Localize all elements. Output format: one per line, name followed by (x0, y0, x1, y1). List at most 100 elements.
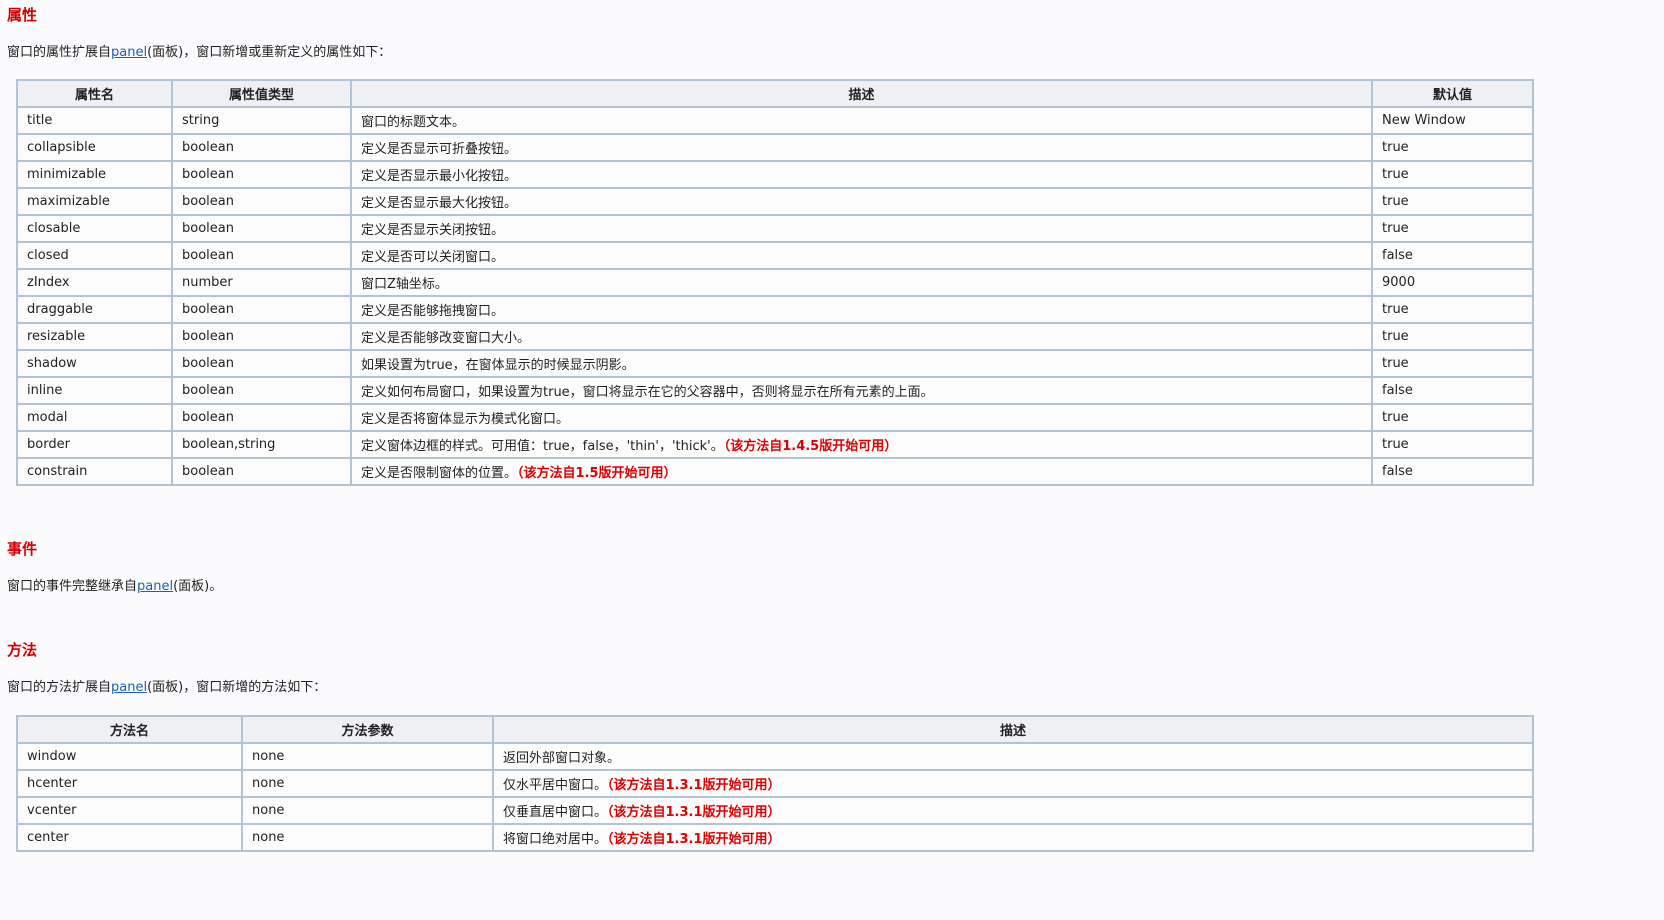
property-default-cell: true (1371, 160, 1534, 189)
description-text: 定义是否能够改变窗口大小。 (361, 331, 531, 346)
property-type-cell: boolean (171, 214, 352, 243)
document: 属性 窗口的属性扩展自panel(面板)，窗口新增或重新定义的属性如下： 属性名… (0, 0, 1664, 920)
method-name-cell: window (16, 742, 243, 771)
property-default-cell: false (1371, 376, 1534, 405)
method-description-cell: 返回外部窗口对象。 (492, 742, 1534, 771)
property-default-cell: true (1371, 403, 1534, 432)
description-text: 定义是否可以关闭窗口。 (361, 250, 505, 265)
property-name-cell: shadow (16, 349, 173, 378)
properties-intro-before: 窗口的属性扩展自 (7, 45, 112, 60)
property-name-cell: modal (16, 403, 173, 432)
table-row: title string 窗口的标题文本。 New Window (16, 106, 1534, 135)
table-row: zIndex number 窗口Z轴坐标。 9000 (16, 268, 1534, 297)
events-intro-before: 窗口的事件完整继承自 (7, 579, 138, 594)
column-header: 默认值 (1371, 79, 1534, 108)
property-description-cell: 定义是否能够拖拽窗口。 (350, 295, 1373, 324)
description-text: 仅水平居中窗口。 (503, 778, 608, 793)
methods-table-body: window none 返回外部窗口对象。 hcenter none 仅水平居中窗口。（该… (16, 742, 1534, 852)
property-description-cell: 定义是否可以关闭窗口。 (350, 241, 1373, 270)
property-name-cell: collapsible (16, 133, 173, 162)
events-intro: 窗口的事件完整继承自panel(面板)。 (7, 578, 222, 596)
property-name-cell: border (16, 430, 173, 459)
description-text: 定义是否显示关闭按钮。 (361, 223, 505, 238)
column-header: 方法参数 (241, 715, 494, 744)
property-description-cell: 定义是否将窗体显示为模式化窗口。 (350, 403, 1373, 432)
property-name-cell: constrain (16, 457, 173, 486)
property-default-cell: true (1371, 349, 1534, 378)
table-row: draggable boolean 定义是否能够拖拽窗口。 true (16, 295, 1534, 324)
description-text: 仅垂直居中窗口。 (503, 805, 608, 820)
properties-header-row: 属性名 属性值类型 描述 默认值 (16, 79, 1534, 108)
property-default-cell: true (1371, 133, 1534, 162)
column-header: 属性值类型 (171, 79, 352, 108)
property-default-cell: true (1371, 295, 1534, 324)
table-row: hcenter none 仅水平居中窗口。（该方法自1.3.1版开始可用） (16, 769, 1534, 798)
method-description-cell: 将窗口绝对居中。（该方法自1.3.1版开始可用） (492, 823, 1534, 852)
property-type-cell: number (171, 268, 352, 297)
property-description-cell: 定义窗体边框的样式。可用值：true，false，'thin'，'thick'。… (350, 430, 1373, 459)
property-description-cell: 定义是否显示最大化按钮。 (350, 187, 1373, 216)
property-name-cell: minimizable (16, 160, 173, 189)
method-name-cell: hcenter (16, 769, 243, 798)
property-name-cell: zIndex (16, 268, 173, 297)
version-note: （该方法自1.3.1版开始可用） (607, 805, 781, 820)
property-type-cell: boolean (171, 187, 352, 216)
panel-link[interactable]: panel (111, 45, 147, 60)
property-type-cell: boolean,string (171, 430, 352, 459)
properties-table: 属性名 属性值类型 描述 默认值 title string 窗口的标题文本。 New … (16, 79, 1534, 486)
table-row: center none 将窗口绝对居中。（该方法自1.3.1版开始可用） (16, 823, 1534, 852)
method-description-cell: 仅水平居中窗口。（该方法自1.3.1版开始可用） (492, 769, 1534, 798)
property-type-cell: boolean (171, 376, 352, 405)
property-description-cell: 窗口Z轴坐标。 (350, 268, 1373, 297)
property-default-cell: false (1371, 241, 1534, 270)
property-type-cell: boolean (171, 133, 352, 162)
methods-table: 方法名 方法参数 描述 window none 返回外部窗口对象。 hcenter no… (16, 715, 1534, 852)
description-text: 如果设置为true，在窗体显示的时候显示阴影。 (361, 358, 635, 373)
property-description-cell: 定义是否能够改变窗口大小。 (350, 322, 1373, 351)
method-name-cell: center (16, 823, 243, 852)
description-text: 定义是否限制窗体的位置。 (361, 466, 518, 481)
table-row: shadow boolean 如果设置为true，在窗体显示的时候显示阴影。 true (16, 349, 1534, 378)
properties-intro: 窗口的属性扩展自panel(面板)，窗口新增或重新定义的属性如下： (7, 44, 391, 62)
method-params-cell: none (241, 823, 494, 852)
version-note: （该方法自1.3.1版开始可用） (607, 778, 781, 793)
description-text: 定义是否能够拖拽窗口。 (361, 304, 505, 319)
property-default-cell: 9000 (1371, 268, 1534, 297)
property-type-cell: boolean (171, 295, 352, 324)
column-header: 方法名 (16, 715, 243, 744)
table-row: closed boolean 定义是否可以关闭窗口。 false (16, 241, 1534, 270)
property-name-cell: title (16, 106, 173, 135)
property-name-cell: resizable (16, 322, 173, 351)
property-default-cell: true (1371, 214, 1534, 243)
column-header: 描述 (492, 715, 1534, 744)
properties-table-body: title string 窗口的标题文本。 New Window collapsible… (16, 106, 1534, 486)
version-note: （该方法自1.3.1版开始可用） (607, 832, 781, 847)
description-text: 窗口的标题文本。 (361, 115, 466, 130)
property-type-cell: boolean (171, 349, 352, 378)
property-description-cell: 定义是否显示关闭按钮。 (350, 214, 1373, 243)
version-note: （该方法自1.5版开始可用） (517, 466, 677, 481)
method-params-cell: none (241, 769, 494, 798)
description-text: 将窗口绝对居中。 (503, 832, 608, 847)
description-text: 返回外部窗口对象。 (503, 751, 621, 766)
property-name-cell: draggable (16, 295, 173, 324)
property-description-cell: 窗口的标题文本。 (350, 106, 1373, 135)
property-description-cell: 定义是否显示最小化按钮。 (350, 160, 1373, 189)
properties-intro-after: (面板)，窗口新增或重新定义的属性如下： (147, 45, 392, 60)
property-description-cell: 如果设置为true，在窗体显示的时候显示阴影。 (350, 349, 1373, 378)
table-row: modal boolean 定义是否将窗体显示为模式化窗口。 true (16, 403, 1534, 432)
panel-link[interactable]: panel (137, 579, 173, 594)
table-row: window none 返回外部窗口对象。 (16, 742, 1534, 771)
properties-heading: 属性 (7, 6, 38, 24)
property-type-cell: boolean (171, 403, 352, 432)
property-default-cell: true (1371, 187, 1534, 216)
table-row: inline boolean 定义如何布局窗口，如果设置为true，窗口将显示在它的… (16, 376, 1534, 405)
method-params-cell: none (241, 796, 494, 825)
table-row: border boolean,string 定义窗体边框的样式。可用值：true，f… (16, 430, 1534, 459)
panel-link[interactable]: panel (111, 680, 147, 695)
method-params-cell: none (241, 742, 494, 771)
table-row: constrain boolean 定义是否限制窗体的位置。（该方法自1.5版开始可… (16, 457, 1534, 486)
description-text: 定义是否显示最大化按钮。 (361, 196, 518, 211)
property-default-cell: New Window (1371, 106, 1534, 135)
methods-header-row: 方法名 方法参数 描述 (16, 715, 1534, 744)
